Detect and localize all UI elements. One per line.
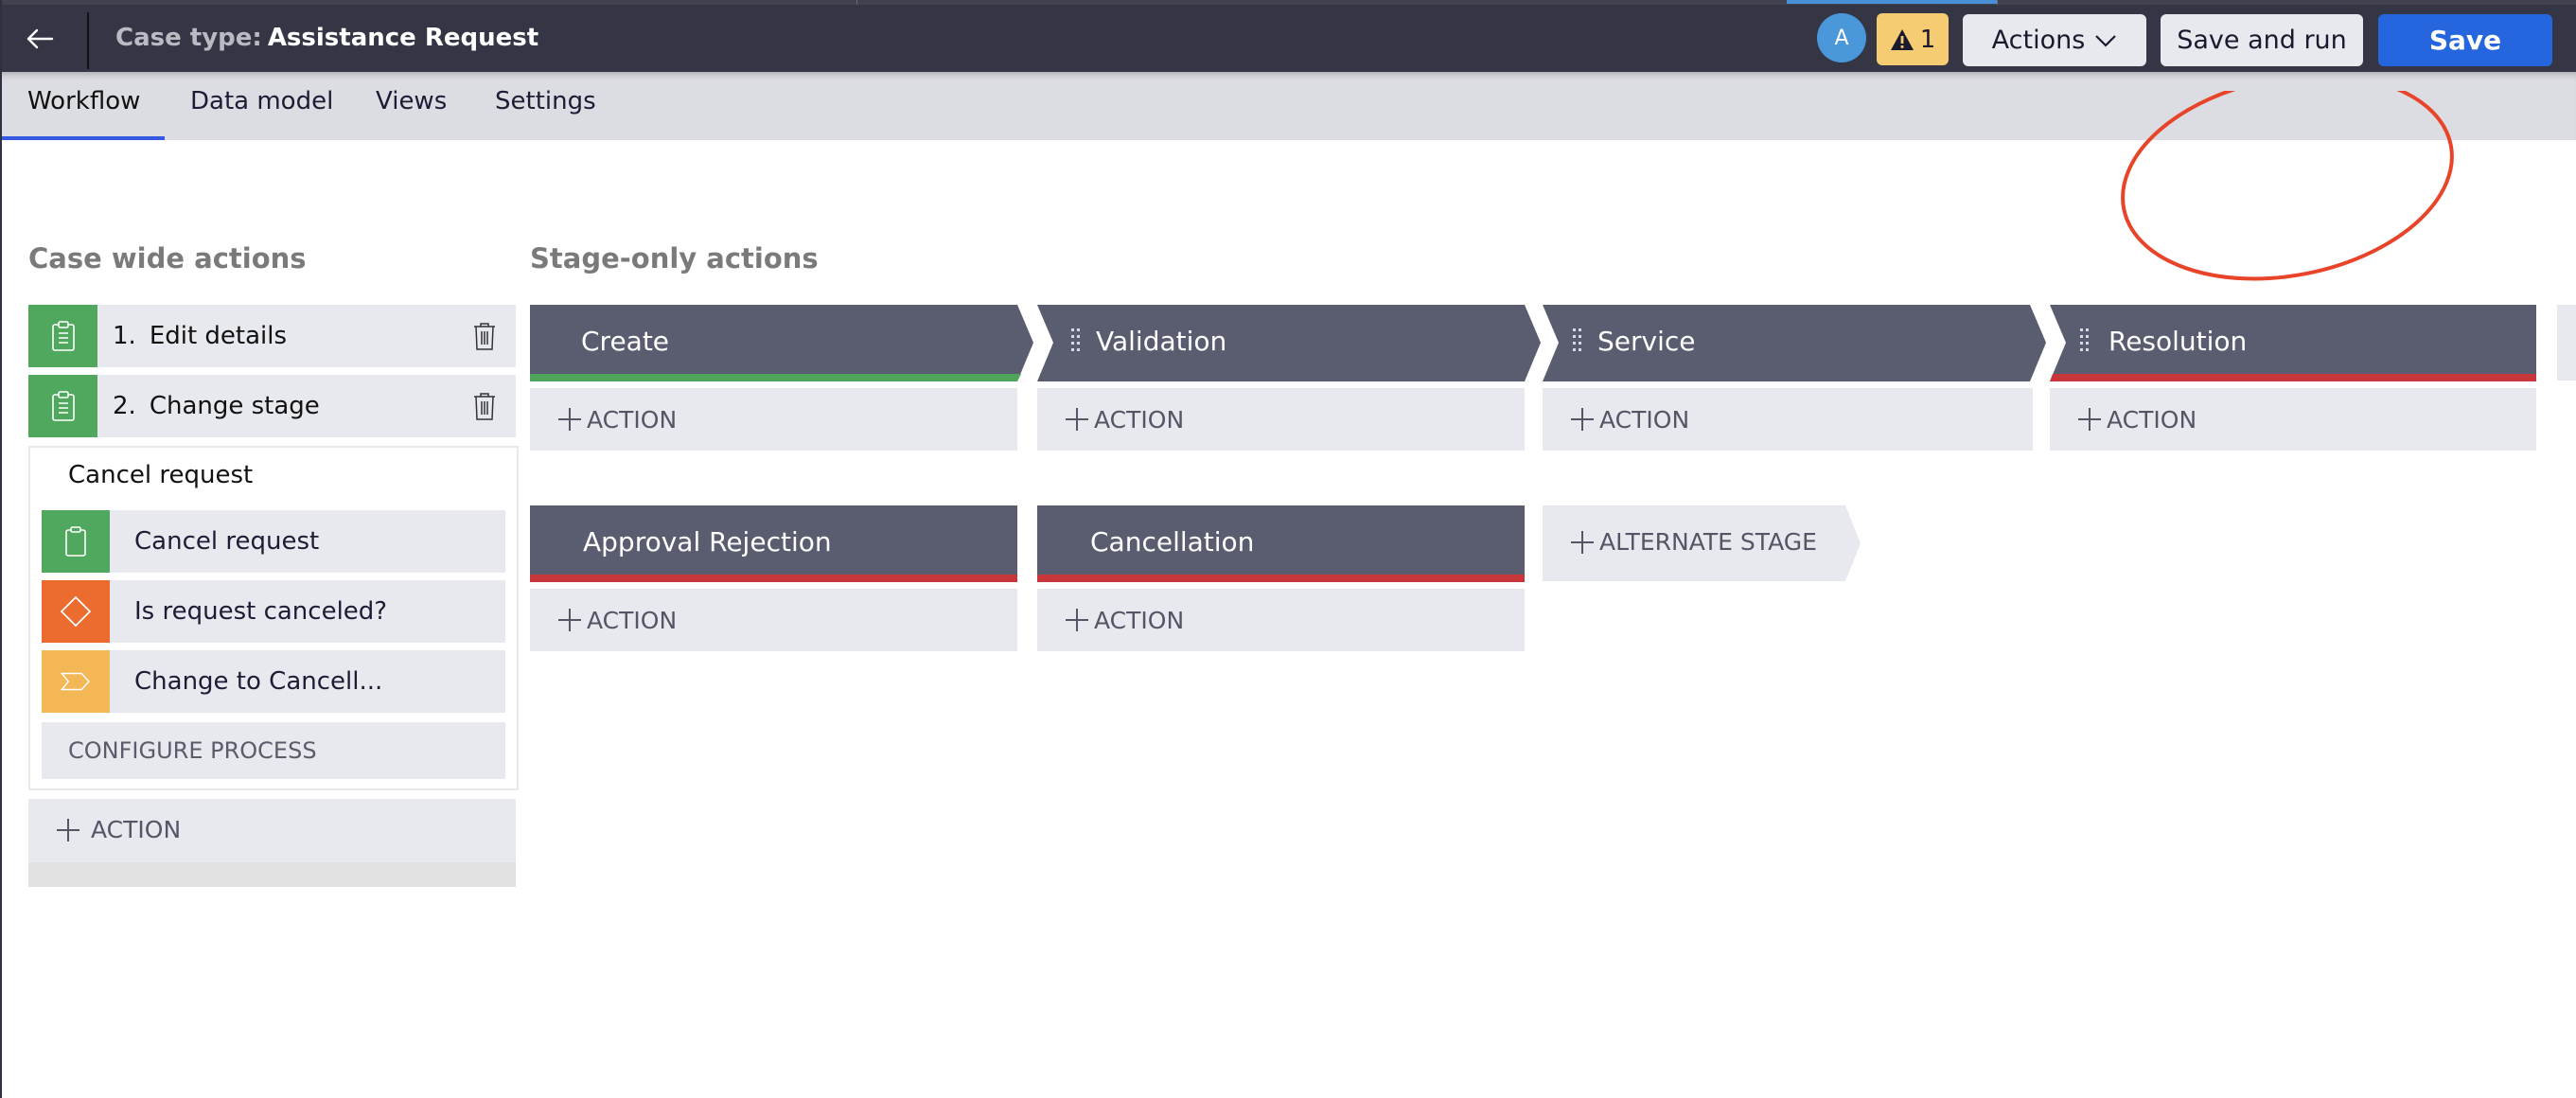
add-action-label: ACTION bbox=[2107, 405, 2197, 434]
window-left-edge bbox=[0, 0, 2, 1098]
stage-status-bar bbox=[530, 374, 1021, 381]
case-wide-footer bbox=[28, 862, 516, 887]
add-action-label: ACTION bbox=[587, 606, 678, 634]
stage-status-bar bbox=[2050, 374, 2536, 381]
plus-icon bbox=[1571, 530, 1594, 554]
chevron-down-icon bbox=[2095, 34, 2117, 47]
stage-name: Approval Rejection bbox=[583, 526, 832, 558]
process-panel: Cancel request Cancel request Is request… bbox=[28, 446, 519, 790]
action-number: 2. bbox=[113, 392, 136, 420]
add-stage-button-partial[interactable] bbox=[2557, 305, 2576, 381]
clipboard-icon bbox=[42, 510, 110, 573]
step-label: Is request canceled? bbox=[134, 597, 388, 626]
plus-icon bbox=[1066, 609, 1088, 631]
delete-button[interactable] bbox=[470, 390, 499, 422]
plus-icon bbox=[558, 609, 581, 631]
add-action-label: ACTION bbox=[587, 405, 678, 434]
process-step[interactable]: Cancel request bbox=[42, 510, 505, 573]
stage-only-actions-title: Stage-only actions bbox=[530, 242, 819, 274]
drag-handle-icon[interactable] bbox=[1573, 328, 1582, 357]
plus-icon bbox=[558, 408, 581, 431]
case-wide-action-item[interactable]: 2. Change stage bbox=[28, 375, 516, 437]
action-label: Edit details bbox=[149, 322, 288, 350]
tab-bar: Workflow Data model Views Settings bbox=[0, 72, 2576, 140]
case-wide-actions-title: Case wide actions bbox=[28, 242, 307, 274]
tab-data-model[interactable]: Data model bbox=[190, 87, 333, 115]
change-stage-chevron-icon bbox=[42, 650, 110, 713]
add-stage-action-button[interactable]: ACTION bbox=[530, 388, 1017, 451]
tab-settings[interactable]: Settings bbox=[495, 87, 596, 115]
stage-status-bar bbox=[530, 575, 1017, 582]
stage-create[interactable]: Create bbox=[530, 305, 1039, 381]
action-label: Change stage bbox=[149, 392, 320, 420]
trash-icon bbox=[474, 323, 495, 350]
warning-triangle-icon bbox=[1890, 28, 1914, 50]
process-step[interactable]: Change to Cancell... bbox=[42, 650, 505, 713]
stage-status-bar bbox=[1037, 575, 1525, 582]
case-wide-action-item[interactable]: 1. Edit details bbox=[28, 305, 516, 367]
trash-icon bbox=[474, 393, 495, 420]
actions-label: Actions bbox=[1991, 26, 2086, 55]
stage-name: Create bbox=[581, 326, 670, 357]
plus-icon bbox=[1066, 408, 1088, 431]
add-action-label: ACTION bbox=[1094, 405, 1185, 434]
configure-process-button[interactable]: CONFIGURE PROCESS bbox=[42, 722, 505, 779]
stage-cancellation[interactable]: Cancellation bbox=[1037, 505, 1525, 582]
plus-icon bbox=[1571, 408, 1594, 431]
case-type-label: Case type: bbox=[115, 24, 262, 52]
strip-active-indicator bbox=[1787, 0, 1997, 4]
add-action-label: ACTION bbox=[1094, 606, 1185, 634]
stage-name: Cancellation bbox=[1090, 526, 1255, 558]
drag-handle-icon[interactable] bbox=[2080, 328, 2090, 357]
clipboard-list-icon bbox=[28, 305, 97, 367]
stage-name: Service bbox=[1597, 326, 1696, 357]
drag-handle-icon[interactable] bbox=[1071, 328, 1081, 357]
header-divider bbox=[87, 12, 89, 69]
stage-name: Validation bbox=[1096, 326, 1227, 357]
case-type-value: Assistance Request bbox=[267, 24, 539, 52]
tab-workflow[interactable]: Workflow bbox=[27, 87, 140, 115]
step-label: Cancel request bbox=[134, 527, 320, 556]
action-number: 1. bbox=[113, 322, 136, 350]
plus-icon bbox=[57, 818, 79, 841]
process-step[interactable]: Is request canceled? bbox=[42, 580, 505, 643]
warnings-button[interactable]: 1 bbox=[1877, 13, 1949, 65]
stage-resolution[interactable]: Resolution bbox=[2050, 305, 2542, 381]
stage-approval-rejection[interactable]: Approval Rejection bbox=[530, 505, 1017, 582]
add-stage-action-button[interactable]: ACTION bbox=[1037, 388, 1525, 451]
add-stage-action-button[interactable]: ACTION bbox=[530, 589, 1017, 651]
user-avatar[interactable]: A bbox=[1817, 13, 1866, 62]
add-alternate-stage-button[interactable]: ALTERNATE STAGE bbox=[1543, 505, 1864, 581]
app-header: Case type: Assistance Request A 1 Actions… bbox=[0, 5, 2576, 72]
save-button[interactable]: Save bbox=[2378, 14, 2552, 66]
back-button[interactable] bbox=[21, 20, 59, 58]
actions-menu-button[interactable]: Actions bbox=[1963, 14, 2146, 66]
delete-button[interactable] bbox=[470, 320, 499, 352]
step-label: Change to Cancell... bbox=[134, 667, 383, 696]
add-stage-action-button[interactable]: ACTION bbox=[1037, 589, 1525, 651]
process-title: Cancel request bbox=[68, 461, 254, 489]
arrow-left-icon bbox=[26, 28, 54, 49]
add-stage-action-button[interactable]: ACTION bbox=[1543, 388, 2033, 451]
active-tab-indicator bbox=[2, 136, 165, 140]
add-action-label: ACTION bbox=[1599, 405, 1690, 434]
add-case-wide-action-button[interactable]: ACTION bbox=[28, 799, 516, 887]
save-and-run-button[interactable]: Save and run bbox=[2161, 14, 2363, 66]
case-type-title: Case type: Assistance Request bbox=[115, 22, 538, 54]
add-alternate-stage-label: ALTERNATE STAGE bbox=[1599, 528, 1817, 556]
stage-service[interactable]: Service bbox=[1543, 305, 2052, 381]
stage-name: Resolution bbox=[2108, 326, 2248, 357]
warning-count: 1 bbox=[1919, 25, 1936, 54]
decision-diamond-icon bbox=[42, 580, 110, 643]
add-stage-action-button[interactable]: ACTION bbox=[2050, 388, 2536, 451]
stage-validation[interactable]: Validation bbox=[1037, 305, 1546, 381]
plus-icon bbox=[2078, 408, 2101, 431]
add-action-label: ACTION bbox=[91, 816, 182, 843]
clipboard-list-icon bbox=[28, 375, 97, 437]
tab-views[interactable]: Views bbox=[376, 87, 447, 115]
